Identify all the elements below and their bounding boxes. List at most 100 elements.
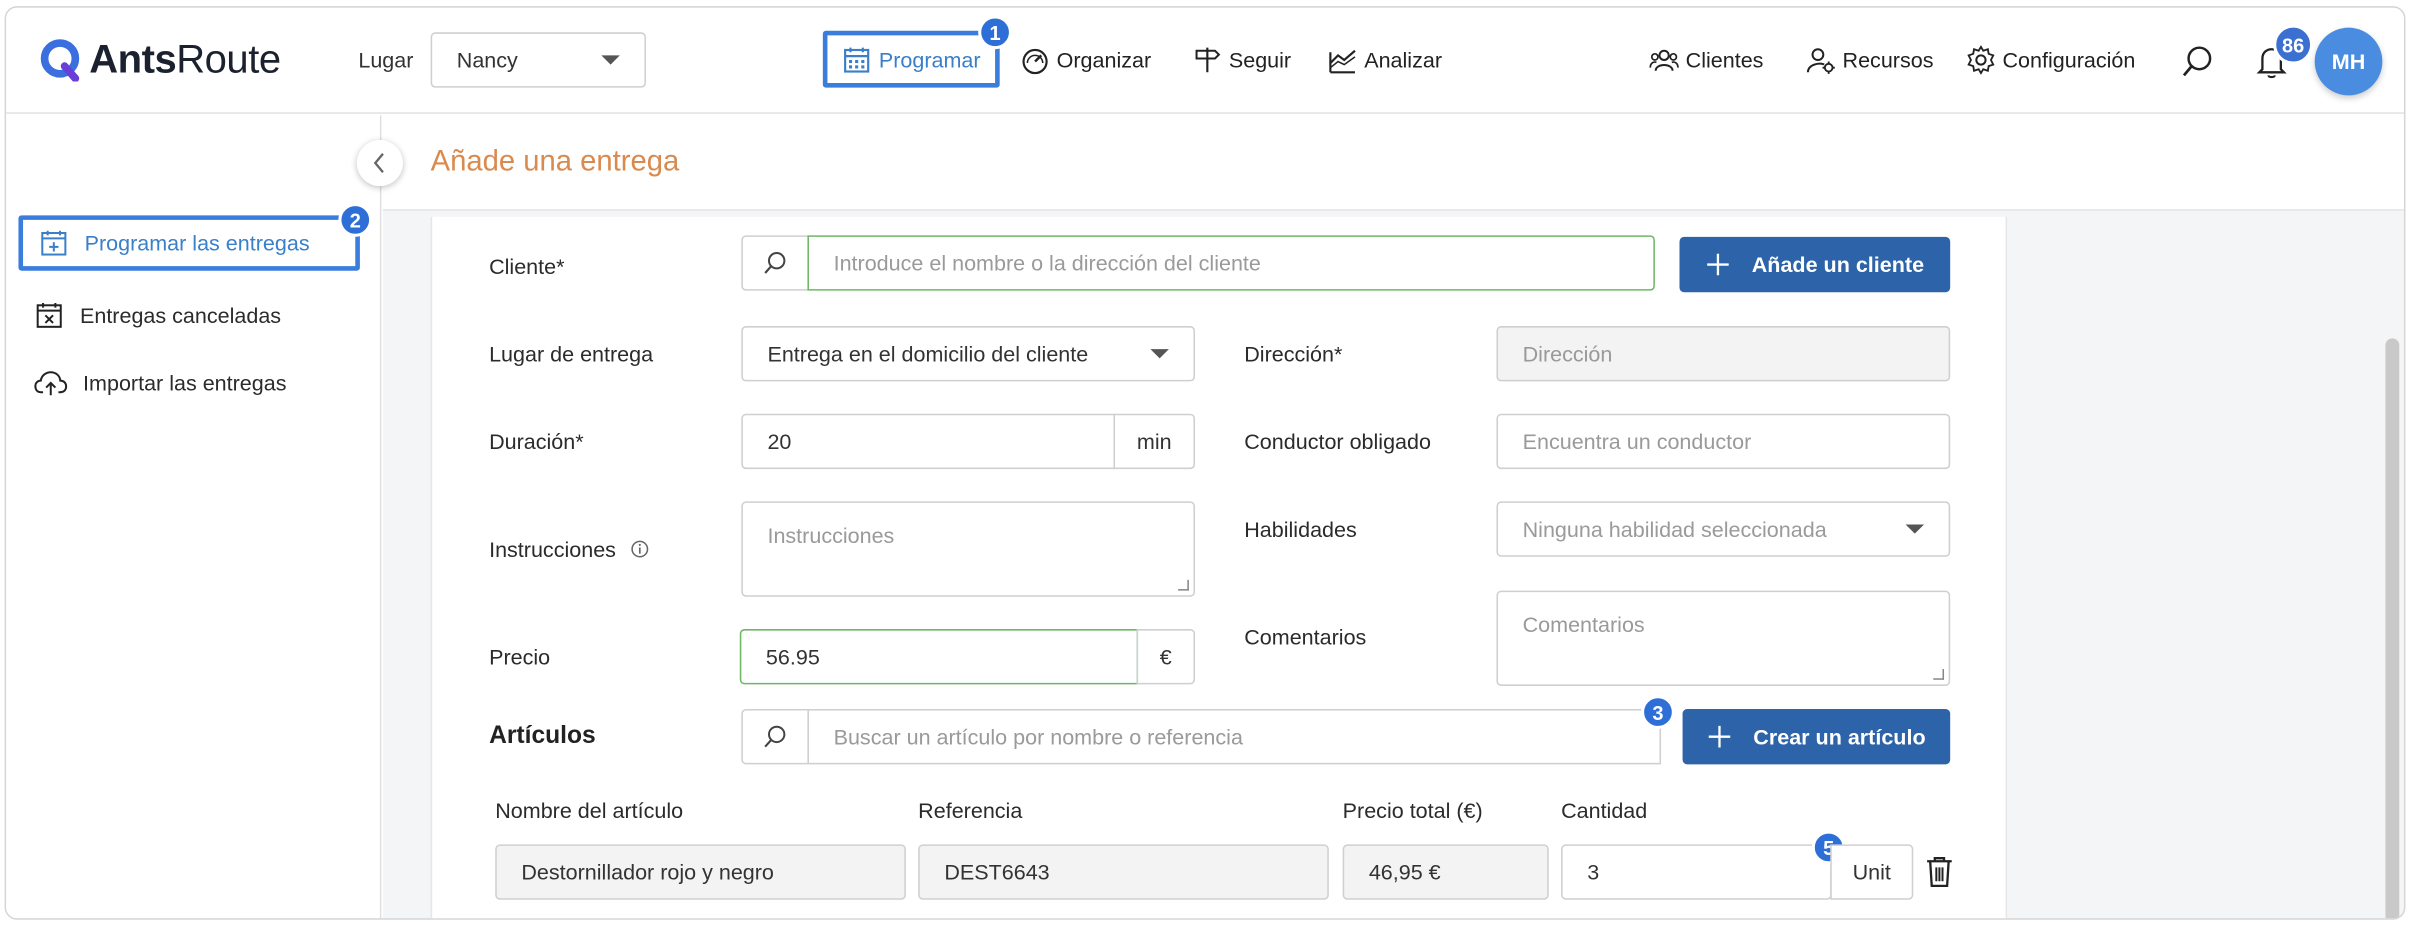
comments-label: Comentarios (1244, 624, 1367, 650)
skills-select[interactable]: Ninguna habilidad seleccionada (1496, 501, 1951, 557)
price-input[interactable]: 56.95 (739, 629, 1139, 685)
nav-analizar[interactable]: Analizar (1327, 45, 1442, 76)
article-name-field: Destornillador rojo y negro (495, 844, 906, 900)
add-client-button[interactable]: Añade un cliente (1679, 236, 1951, 293)
signpost-icon (1195, 47, 1221, 73)
annotation-badge-3: 3 (1641, 695, 1675, 730)
delete-article-button[interactable] (1926, 855, 1954, 897)
users-icon (1649, 49, 1679, 72)
chevron-left-icon (373, 153, 384, 173)
create-article-button[interactable]: Crear un artículo (1682, 709, 1951, 765)
page-scrollbar[interactable] (2385, 338, 2400, 919)
annotation-badge-2: 2 (338, 203, 373, 237)
nav-configuracion[interactable]: Configuración (1966, 45, 2135, 76)
search-button[interactable] (2181, 45, 2215, 87)
column-reference: Referencia (918, 798, 1023, 823)
duration-unit: min (1113, 413, 1196, 470)
address-label: Dirección* (1244, 341, 1343, 367)
brand-name-bold: Ants (89, 35, 177, 82)
instructions-label-text: Instrucciones (489, 536, 616, 562)
article-search-input[interactable]: Buscar un artículo por nombre o referenc… (807, 709, 1662, 765)
annotation-badge-1: 1 (978, 15, 1013, 50)
brand-name-light: Route (176, 35, 281, 82)
left-sidebar: Programar las entregas 2 Entregas cancel… (6, 115, 382, 919)
logo-icon (40, 38, 80, 81)
gear-icon (1967, 45, 1995, 75)
nav-seguir[interactable]: Seguir (1192, 45, 1291, 76)
nav-organizar-label: Organizar (1056, 47, 1152, 73)
chevron-down-icon (601, 55, 620, 65)
nav-recursos-label: Recursos (1842, 47, 1934, 73)
calendar-plus-icon (41, 230, 67, 256)
comments-textarea[interactable]: Comentarios (1496, 590, 1951, 686)
info-icon[interactable] (631, 540, 649, 558)
nav-clientes-label: Clientes (1685, 47, 1764, 73)
search-icon (764, 252, 786, 274)
calendar-x-icon (36, 302, 62, 328)
search-icon (2182, 46, 2212, 77)
nav-seguir-label: Seguir (1228, 47, 1292, 73)
nav-programar-label: Programar (878, 46, 981, 72)
search-icon (764, 725, 786, 748)
address-input[interactable]: Dirección (1496, 326, 1951, 382)
sidebar-item-programar[interactable]: Programar las entregas (18, 215, 360, 271)
brand-logo[interactable]: AntsRoute (40, 35, 281, 83)
place-of-delivery-value: Entrega en el domicilio del cliente (767, 341, 1089, 367)
place-select[interactable]: Nancy (430, 32, 646, 88)
client-label: Cliente* (489, 253, 565, 279)
driver-search-input[interactable]: Encuentra un conductor (1496, 413, 1951, 470)
chart-icon (1329, 49, 1356, 74)
skills-select-value: Ninguna habilidad seleccionada (1522, 516, 1827, 542)
client-search-button[interactable] (741, 235, 809, 291)
sidebar-item-canceladas[interactable]: Entregas canceladas (18, 300, 281, 331)
article-reference-field: DEST6643 (918, 844, 1329, 900)
article-quantity-input[interactable]: 3 (1561, 844, 1832, 900)
trash-icon (1927, 857, 1952, 888)
duration-input[interactable]: 20 (741, 413, 1116, 470)
page-header: Añade una entrega (382, 115, 2404, 211)
driver-label: Conductor obligado (1244, 429, 1431, 454)
user-avatar[interactable]: MH (2314, 27, 2383, 96)
article-search-button[interactable] (741, 709, 809, 765)
plus-icon (1707, 253, 1729, 276)
instructions-label: Instrucciones (489, 536, 650, 562)
delivery-form: Cliente* Introduce el nombre o la direcc… (430, 216, 2008, 919)
chevron-down-icon (1905, 524, 1925, 534)
page-title: Añade una entrega (430, 146, 680, 179)
article-unit: Unit (1830, 844, 1914, 900)
top-header: AntsRoute Lugar Nancy Programar 1 Organi… (6, 7, 2404, 114)
nav-analizar-label: Analizar (1364, 47, 1443, 73)
place-of-delivery-select[interactable]: Entrega en el domicilio del cliente (741, 326, 1196, 382)
nav-programar[interactable]: Programar (822, 30, 1000, 88)
sidebar-item-label: Programar las entregas (84, 230, 310, 256)
place-select-value: Nancy (456, 47, 518, 73)
client-search-input[interactable]: Introduce el nombre o la dirección del c… (807, 235, 1655, 291)
nav-clientes[interactable]: Clientes (1649, 45, 1764, 76)
create-article-label: Crear un artículo (1753, 724, 1926, 750)
column-quantity: Cantidad (1561, 798, 1648, 823)
add-client-label: Añade un cliente (1751, 252, 1925, 277)
article-total-price-field: 46,95 € (1342, 844, 1549, 900)
column-total-price: Precio total (€) (1342, 798, 1483, 823)
duration-label: Duración* (489, 429, 584, 454)
collapse-sidebar-button[interactable] (356, 139, 403, 187)
articles-heading: Artículos (489, 722, 596, 750)
calendar-icon (844, 46, 870, 72)
instructions-textarea[interactable]: Instrucciones (741, 501, 1196, 597)
sidebar-item-importar[interactable]: Importar las entregas (18, 368, 287, 399)
price-currency: € (1136, 629, 1196, 685)
sidebar-item-label: Importar las entregas (83, 370, 287, 396)
plus-icon (1708, 725, 1731, 748)
price-label: Precio (489, 644, 551, 670)
cloud-upload-icon (34, 371, 68, 396)
sidebar-item-label: Entregas canceladas (79, 302, 282, 328)
nav-recursos[interactable]: Recursos (1806, 45, 1934, 76)
place-of-delivery-label: Lugar de entrega (489, 341, 654, 367)
gauge-icon (1022, 48, 1048, 75)
place-label: Lugar (358, 47, 414, 73)
column-article-name: Nombre del artículo (495, 798, 684, 823)
user-gear-icon (1806, 48, 1835, 74)
notifications-count-badge: 86 (2273, 24, 2314, 65)
skills-label: Habilidades (1244, 516, 1357, 542)
nav-organizar[interactable]: Organizar (1020, 45, 1151, 76)
